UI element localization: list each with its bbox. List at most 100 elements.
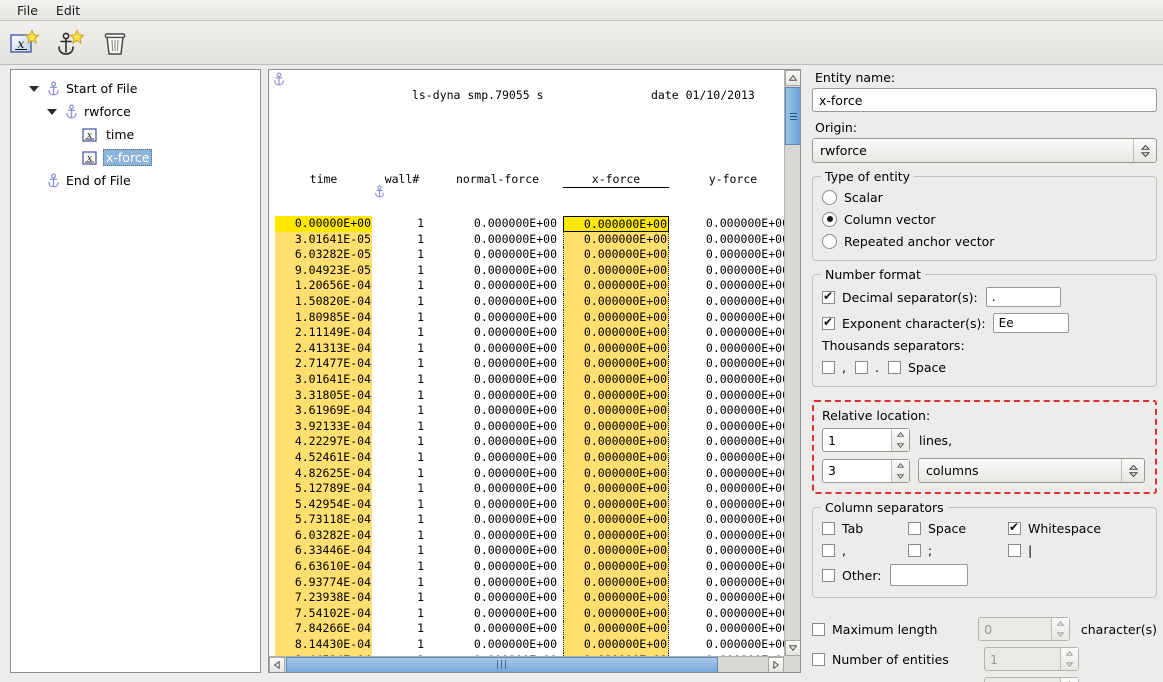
spinner-down-icon[interactable]: [1052, 629, 1069, 640]
relative-columns-spinner[interactable]: 3: [822, 458, 910, 483]
spinner-down-icon[interactable]: [892, 440, 909, 451]
exponent-character-checkbox[interactable]: [822, 315, 835, 330]
relative-unit-select[interactable]: columns: [918, 458, 1145, 483]
spinner-buttons[interactable]: [891, 459, 909, 482]
origin-select[interactable]: rwforce: [812, 138, 1157, 163]
table-row[interactable]: 6.93774E-04 1 0.000000E+00 0.000000E+00 0.00…: [275, 574, 784, 591]
table-row[interactable]: 4.82625E-04 1 0.000000E+00 0.000000E+00 0.00…: [275, 465, 784, 482]
separator-space-checkbox[interactable]: [908, 521, 921, 535]
table-row[interactable]: 6.03282E-05 1 0.000000E+00 0.000000E+00 0.00…: [275, 247, 784, 263]
separator-other-checkbox[interactable]: [822, 568, 835, 582]
table-row[interactable]: 7.84266E-04 1 0.000000E+00 0.000000E+00 0.00…: [275, 621, 784, 638]
separator-other-input[interactable]: [890, 564, 969, 586]
table-row[interactable]: 3.01641E-05 1 0.000000E+00 0.000000E+00 0.00…: [275, 231, 784, 248]
radio-repeated-anchor-vector[interactable]: Repeated anchor vector: [822, 230, 1147, 252]
radio-scalar[interactable]: Scalar: [822, 186, 1147, 208]
relative-lines-suffix: lines,: [919, 432, 953, 448]
caret-up-icon: [789, 75, 797, 81]
table-row[interactable]: 9.04923E-05 1 0.000000E+00 0.000000E+00 0.00…: [275, 262, 784, 279]
menu-edit[interactable]: Edit: [47, 1, 89, 20]
scroll-up-button[interactable]: [785, 70, 800, 86]
exponent-character-input[interactable]: Ee: [992, 313, 1069, 333]
separator-whitespace-checkbox[interactable]: [1008, 520, 1021, 535]
table-row[interactable]: 3.92133E-04 1 0.000000E+00 0.000000E+00 0.00…: [275, 418, 784, 435]
radio-column-vector[interactable]: Column vector: [822, 208, 1147, 230]
table-row[interactable]: 5.42954E-04 1 0.000000E+00 0.000000E+00 0.00…: [275, 496, 784, 513]
spinner-buttons[interactable]: [1060, 648, 1078, 670]
expand-toggle-start-of-file[interactable]: [25, 85, 43, 92]
table-row[interactable]: 1.50820E-04 1 0.000000E+00 0.000000E+00 0.00…: [275, 293, 784, 310]
tree-item-x-force[interactable]: x x-force: [11, 146, 260, 169]
maximum-length-checkbox[interactable]: [812, 622, 825, 636]
scroll-left-button[interactable]: [269, 657, 285, 672]
table-row[interactable]: 3.61969E-04 1 0.000000E+00 0.000000E+00 0.00…: [275, 403, 784, 419]
spinner-buttons[interactable]: [1050, 618, 1069, 640]
tree-item-start-of-file[interactable]: Start of File: [11, 77, 260, 100]
vertical-scrollbar[interactable]: [784, 70, 800, 656]
spinner-up-icon[interactable]: [1052, 618, 1069, 629]
table-row[interactable]: 0.00000E+00 1 0.000000E+00 0.000000E+00 0.00…: [275, 216, 784, 232]
table-row[interactable]: 7.23938E-04 1 0.000000E+00 0.000000E+00 0.00…: [275, 590, 784, 606]
separator-tab-checkbox[interactable]: [822, 521, 835, 535]
decimal-separator-input[interactable]: .: [985, 287, 1061, 307]
decimal-separator-checkbox[interactable]: [822, 289, 835, 304]
cell-normal-force: 0.000000E+00: [473, 262, 557, 277]
maximum-length-spinner[interactable]: 0: [978, 617, 1070, 641]
scroll-right-button[interactable]: [768, 657, 784, 672]
menu-file[interactable]: File: [8, 1, 47, 20]
spinner-up-icon[interactable]: [892, 460, 909, 471]
table-row[interactable]: 4.22297E-04 1 0.000000E+00 0.000000E+00 0.00…: [275, 434, 784, 450]
relative-lines-spinner[interactable]: 1: [822, 428, 910, 452]
scroll-down-button[interactable]: [785, 640, 800, 656]
separator-pipe-checkbox[interactable]: [1008, 543, 1021, 557]
delete-button[interactable]: [99, 27, 131, 59]
table-row[interactable]: 6.03282E-04 1 0.000000E+00 0.000000E+00 0.00…: [275, 527, 784, 544]
thousands-space-checkbox[interactable]: [887, 360, 901, 374]
new-variable-button[interactable]: x: [9, 27, 41, 59]
thousands-dot-checkbox[interactable]: [854, 360, 868, 374]
vertical-scroll-thumb[interactable]: [785, 87, 800, 145]
table-row[interactable]: 5.12789E-04 1 0.000000E+00 0.000000E+00 0.00…: [275, 481, 784, 497]
spinner-down-icon[interactable]: [1061, 659, 1078, 670]
table-row[interactable]: 2.41313E-04 1 0.000000E+00 0.000000E+00 0.00…: [275, 340, 784, 357]
table-row[interactable]: 4.52461E-04 1 0.000000E+00 0.000000E+00 0.00…: [275, 449, 784, 466]
cell-y-force: 0.000000E+00: [705, 559, 784, 574]
spinner-up-icon[interactable]: [1061, 648, 1078, 659]
table-row[interactable]: 2.11149E-04 1 0.000000E+00 0.000000E+00 0.00…: [275, 325, 784, 341]
separator-comma-checkbox[interactable]: [822, 543, 835, 557]
spinner-up-icon[interactable]: [892, 429, 909, 440]
tree-item-time[interactable]: x time: [11, 123, 260, 146]
table-row[interactable]: 5.73118E-04 1 0.000000E+00 0.000000E+00 0.00…: [275, 512, 784, 528]
thousands-comma-checkbox[interactable]: [822, 360, 835, 374]
file-text-panel[interactable]: ls-dyna smp.79055 s date 01/10/2013 time…: [268, 69, 801, 673]
tree-item-rwforce[interactable]: rwforce: [11, 100, 260, 123]
cell-x-force: 0.000000E+00: [563, 512, 669, 528]
stopping-anchor-select[interactable]: [984, 677, 1079, 682]
entity-tree-panel[interactable]: Start of File rwforce x time x x-force E…: [10, 69, 261, 673]
number-of-entities-checkbox[interactable]: [812, 652, 825, 666]
spinner-down-icon[interactable]: [892, 471, 909, 482]
table-row[interactable]: 3.31805E-04 1 0.000000E+00 0.000000E+00 0.00…: [275, 387, 784, 404]
table-row[interactable]: 6.33446E-04 1 0.000000E+00 0.000000E+00 0.00…: [275, 543, 784, 560]
table-row[interactable]: 1.80985E-04 1 0.000000E+00 0.000000E+00 0.00…: [275, 309, 784, 326]
table-row[interactable]: 1.20656E-04 1 0.000000E+00 0.000000E+00 0.00…: [275, 278, 784, 294]
table-row[interactable]: 2.71477E-04 1 0.000000E+00 0.000000E+00 0.00…: [275, 356, 784, 372]
table-row[interactable]: 6.63610E-04 1 0.000000E+00 0.000000E+00 0.00…: [275, 559, 784, 575]
expand-toggle-rwforce[interactable]: [43, 108, 61, 115]
table-row[interactable]: 3.01641E-04 1 0.000000E+00 0.000000E+00 0.00…: [275, 371, 784, 388]
horizontal-scroll-thumb[interactable]: |||: [286, 657, 718, 672]
radio-indicator: [822, 233, 837, 249]
spinner-buttons[interactable]: [1060, 678, 1078, 682]
tree-item-end-of-file[interactable]: End of File: [11, 169, 260, 192]
separator-space-label: Space: [928, 520, 967, 536]
entity-name-input[interactable]: x-force: [812, 88, 1157, 112]
spinner-buttons[interactable]: [891, 429, 909, 451]
separator-semicolon-checkbox[interactable]: [908, 543, 921, 557]
number-of-entities-spinner[interactable]: 1: [984, 647, 1079, 671]
new-anchor-button[interactable]: [54, 27, 86, 59]
spinner-up-icon[interactable]: [1061, 678, 1078, 682]
table-row[interactable]: 8.14430E-04 1 0.000000E+00 0.000000E+00 0.00…: [275, 637, 784, 653]
table-row[interactable]: 7.54102E-04 1 0.000000E+00 0.000000E+00 0.00…: [275, 605, 784, 622]
cell-normal-force: 0.000000E+00: [473, 340, 557, 355]
horizontal-scrollbar[interactable]: |||: [269, 656, 784, 672]
